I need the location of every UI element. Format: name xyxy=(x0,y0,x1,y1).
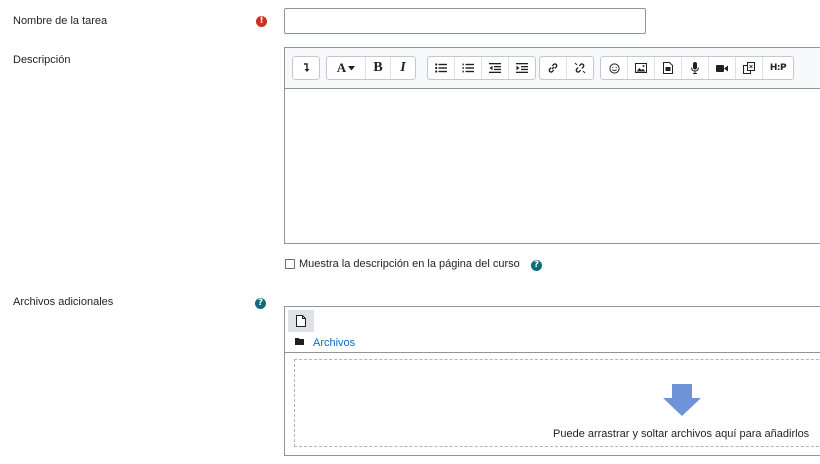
outdent-button[interactable] xyxy=(482,57,509,79)
microphone-icon xyxy=(691,62,699,74)
download-arrow-icon xyxy=(663,384,701,416)
link-icon xyxy=(548,63,558,73)
description-label: Descripción xyxy=(13,54,71,66)
show-description-label: Muestra la descripción en la página del … xyxy=(299,258,520,270)
record-audio-button[interactable] xyxy=(682,57,709,79)
unlink-button[interactable] xyxy=(567,57,593,79)
emoticon-button[interactable] xyxy=(601,57,628,79)
image-icon xyxy=(635,63,647,73)
smiley-icon xyxy=(608,62,620,74)
bold-label: B xyxy=(373,60,383,75)
editor-toolbar: A B I H:P xyxy=(285,48,820,89)
toolbar-group-collapse xyxy=(292,56,320,80)
toolbar-group-lists xyxy=(427,56,536,80)
media-file-icon xyxy=(663,62,673,74)
italic-button[interactable]: I xyxy=(391,57,415,79)
show-description-help-icon[interactable]: ? xyxy=(531,260,542,271)
unordered-list-icon xyxy=(435,63,447,73)
additional-files-help-icon[interactable]: ? xyxy=(255,298,266,309)
drop-zone-text: Puede arrastrar y soltar archivos aquí p… xyxy=(553,428,810,440)
video-camera-icon xyxy=(716,64,728,72)
toolbar-group-links xyxy=(539,56,594,80)
ordered-list-icon xyxy=(462,63,474,73)
description-editor: A B I H:P xyxy=(284,47,820,244)
ordered-list-button[interactable] xyxy=(455,57,482,79)
task-name-input[interactable] xyxy=(284,8,646,34)
manage-files-button[interactable] xyxy=(736,57,763,79)
file-manager-divider xyxy=(285,352,820,353)
toolbar-group-style: A B I xyxy=(326,56,416,80)
show-description-checkbox[interactable] xyxy=(285,259,295,269)
font-style-label: A xyxy=(336,60,347,75)
file-icon xyxy=(296,315,306,327)
files-path-link[interactable]: Archivos xyxy=(313,337,355,349)
bold-button[interactable]: B xyxy=(366,57,391,79)
unlink-icon xyxy=(574,62,586,74)
description-text-area[interactable] xyxy=(285,89,820,243)
italic-label: I xyxy=(400,60,406,75)
font-style-button[interactable]: A xyxy=(327,57,366,79)
additional-files-label: Archivos adicionales xyxy=(13,296,114,308)
link-button[interactable] xyxy=(540,57,567,79)
media-button[interactable] xyxy=(655,57,682,79)
file-manager: Archivos Puede arrastrar y soltar archiv… xyxy=(284,306,820,456)
collapse-arrow-icon xyxy=(304,63,310,72)
h5p-label: H:P xyxy=(769,63,787,73)
toolbar-group-media: H:P xyxy=(600,56,794,80)
unordered-list-button[interactable] xyxy=(428,57,455,79)
indent-button[interactable] xyxy=(509,57,535,79)
chevron-down-icon xyxy=(348,65,356,70)
h5p-button[interactable]: H:P xyxy=(763,57,793,79)
image-button[interactable] xyxy=(628,57,655,79)
indent-icon xyxy=(516,63,528,73)
toolbar-toggle-button[interactable] xyxy=(293,57,319,79)
folder-icon xyxy=(295,338,304,345)
record-video-button[interactable] xyxy=(709,57,736,79)
required-icon: ! xyxy=(256,16,267,27)
add-file-button[interactable] xyxy=(288,310,314,332)
outdent-icon xyxy=(489,63,501,73)
copy-files-icon xyxy=(743,62,755,74)
task-name-label: Nombre de la tarea xyxy=(13,15,108,27)
file-drop-zone[interactable]: Puede arrastrar y soltar archivos aquí p… xyxy=(294,359,820,447)
